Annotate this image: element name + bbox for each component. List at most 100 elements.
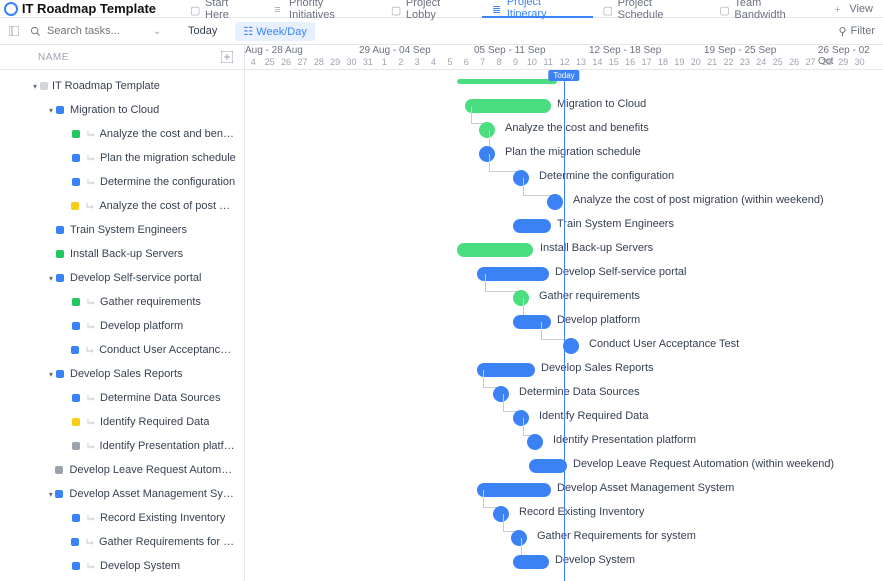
status-dot <box>55 466 63 474</box>
tab-view[interactable]: +View <box>824 0 883 18</box>
gantt-body[interactable]: TodayMigration to CloudAnalyze the cost … <box>245 70 883 581</box>
tab-project-itinerary[interactable]: ≣Project Itinerary <box>482 0 593 18</box>
filter-icon: ⚲ <box>838 25 846 38</box>
subtask-icon <box>85 345 95 355</box>
gantt-milestone[interactable] <box>513 290 529 306</box>
gantt-bar-label: Determine Data Sources <box>519 386 639 398</box>
dependency-connector <box>489 154 517 172</box>
day-label: 28 <box>311 57 327 70</box>
subtask-row[interactable]: Develop System <box>0 554 244 578</box>
task-label: Analyze the cost of post mig... <box>99 200 236 212</box>
subtask-icon <box>86 321 96 331</box>
task-row[interactable]: Install Back-up Servers <box>0 242 244 266</box>
gantt-bar[interactable] <box>529 459 567 473</box>
subtask-row[interactable]: Develop platform <box>0 314 244 338</box>
subtask-row[interactable]: Plan the migration schedule <box>0 146 244 170</box>
caret-icon[interactable]: ▾ <box>30 82 40 91</box>
dependency-connector <box>485 274 517 292</box>
caret-icon[interactable]: ▾ <box>46 370 56 379</box>
subtask-row[interactable]: Record Existing Inventory <box>0 506 244 530</box>
gantt-summary-bar[interactable] <box>457 79 557 84</box>
subtask-icon <box>86 513 96 523</box>
dependency-connector <box>503 394 517 412</box>
task-tree: ▾IT Roadmap Template▾Migration to Cloud A… <box>0 70 244 581</box>
caret-icon[interactable]: ▾ <box>46 106 56 115</box>
search-input[interactable] <box>47 25 147 37</box>
week-range-label: 12 Sep - 18 Sep <box>589 45 661 56</box>
tab-project-schedule[interactable]: ▢Project Schedule <box>593 0 710 18</box>
tab-team-bandwidth[interactable]: ▢Team Bandwidth <box>709 0 824 18</box>
subtask-icon <box>85 201 95 211</box>
task-row[interactable]: Develop Leave Request Automation <box>0 458 244 482</box>
status-dot <box>72 394 80 402</box>
gantt-milestone[interactable] <box>547 194 563 210</box>
task-label: Develop Asset Management System <box>69 488 236 500</box>
search-wrap[interactable]: ⌄ <box>30 25 170 37</box>
subtask-row[interactable]: Identify Presentation platform <box>0 434 244 458</box>
day-label: 19 <box>671 57 687 70</box>
gantt-bar[interactable] <box>513 219 551 233</box>
project-row[interactable]: ▾IT Roadmap Template <box>0 74 244 98</box>
panel-toggle-icon[interactable] <box>8 26 20 36</box>
gantt-bar[interactable] <box>513 555 549 569</box>
today-button[interactable]: Today <box>180 22 225 40</box>
gantt-bar[interactable] <box>457 243 533 257</box>
gantt-bar-label: Gather requirements <box>539 290 640 302</box>
day-label: 2 <box>393 57 409 70</box>
tab-project-lobby[interactable]: ▢Project Lobby <box>381 0 482 18</box>
status-dot <box>72 442 80 450</box>
subtask-icon <box>86 417 96 427</box>
caret-icon[interactable]: ▾ <box>46 490 55 499</box>
week-range-label: 19 Sep - 25 Sep <box>704 45 776 56</box>
task-row[interactable]: ▾ Develop Asset Management System <box>0 482 244 506</box>
gantt-milestone[interactable] <box>563 338 579 354</box>
tab-start-here[interactable]: ▢Start Here <box>180 0 264 18</box>
subtask-row[interactable]: Gather requirements <box>0 290 244 314</box>
day-label: 27 <box>294 57 310 70</box>
subtask-row[interactable]: Gather Requirements for syst... <box>0 530 244 554</box>
day-label: 25 <box>261 57 277 70</box>
dependency-connector <box>523 418 531 436</box>
task-label: Analyze the cost and benefits <box>100 128 237 140</box>
day-label: 15 <box>606 57 622 70</box>
task-label: Train System Engineers <box>70 224 187 236</box>
subtask-icon <box>86 153 96 163</box>
gantt-milestone[interactable] <box>479 122 495 138</box>
gantt-bar-label: Determine the configuration <box>539 170 674 182</box>
status-dot <box>72 418 80 426</box>
task-row[interactable]: Train System Engineers <box>0 218 244 242</box>
subtask-row[interactable]: Determine the configuration <box>0 170 244 194</box>
day-label: 13 <box>573 57 589 70</box>
zoom-button[interactable]: ☷ Week/Day <box>235 22 314 41</box>
day-label: 25 <box>770 57 786 70</box>
add-column-button[interactable] <box>220 50 234 64</box>
day-label: 10 <box>524 57 540 70</box>
day-label: 22 <box>720 57 736 70</box>
subtask-row[interactable]: Identify Required Data <box>0 410 244 434</box>
status-dot <box>72 514 80 522</box>
task-label: Identify Required Data <box>100 416 209 428</box>
task-label: Develop platform <box>100 320 183 332</box>
subtask-row[interactable]: Conduct User Acceptance Test <box>0 338 244 362</box>
caret-icon[interactable]: ▾ <box>46 274 56 283</box>
chevron-down-icon[interactable]: ⌄ <box>153 26 161 37</box>
tab-priority-initiatives[interactable]: ≡Priority Initiatives <box>264 0 381 18</box>
subtask-row[interactable]: Analyze the cost and benefits <box>0 122 244 146</box>
day-label: 11 <box>540 57 556 70</box>
gantt-milestone[interactable] <box>511 530 527 546</box>
task-label: Gather Requirements for syst... <box>99 536 236 548</box>
task-row[interactable]: ▾Develop Self-service portal <box>0 266 244 290</box>
gantt-bar-label: Plan the migration schedule <box>505 146 641 158</box>
filter-button[interactable]: ⚲ Filter <box>838 25 875 38</box>
subtask-row[interactable]: Determine Data Sources <box>0 386 244 410</box>
gantt-milestone[interactable] <box>527 434 543 450</box>
task-row[interactable]: ▾Develop Sales Reports <box>0 362 244 386</box>
status-dot <box>72 322 80 330</box>
task-label: Conduct User Acceptance Test <box>99 344 236 356</box>
task-row[interactable]: ▾Migration to Cloud <box>0 98 244 122</box>
doc-icon: ▢ <box>190 4 200 14</box>
gantt-bar-label: Install Back-up Servers <box>540 242 653 254</box>
subtask-icon <box>85 537 95 547</box>
subtask-row[interactable]: Analyze the cost of post mig... <box>0 194 244 218</box>
calendar-icon: ☷ <box>243 26 256 38</box>
